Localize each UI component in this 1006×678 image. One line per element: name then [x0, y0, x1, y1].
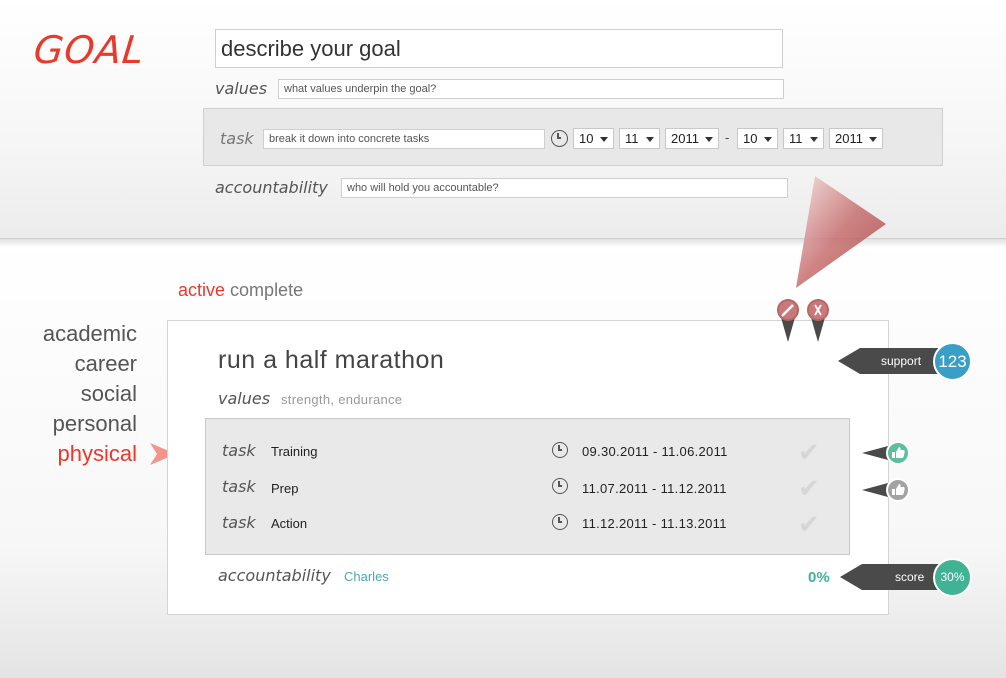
support-count-badge[interactable]: 123 [933, 342, 972, 381]
score-flag [840, 564, 940, 590]
values-label: values [215, 79, 268, 98]
values-input[interactable] [278, 79, 784, 99]
status-tabs: active complete [178, 280, 303, 301]
category-social[interactable]: social [81, 381, 137, 407]
date-range-separator: - [725, 130, 730, 145]
task-dates: 11.12.2011 - 11.13.2011 [582, 516, 727, 531]
end-month-select[interactable]: 10 [737, 128, 778, 149]
goal-values: strength, endurance [281, 392, 403, 407]
goal-input[interactable] [215, 29, 783, 68]
start-day-select[interactable]: 11 [619, 128, 660, 149]
accountability-person-link[interactable]: Charles [344, 569, 389, 584]
support-label: support [881, 354, 922, 368]
task-list [205, 418, 850, 555]
category-academic[interactable]: academic [43, 321, 137, 347]
chevron-down-icon [869, 137, 877, 142]
chevron-down-icon [705, 137, 713, 142]
task-row-label: task [222, 441, 256, 460]
x-icon[interactable] [807, 298, 829, 342]
goal-title: run a half marathon [218, 346, 445, 374]
check-icon[interactable]: ✔ [798, 437, 820, 468]
check-icon[interactable]: ✔ [798, 509, 820, 540]
start-year-select[interactable]: 2011 [665, 128, 719, 149]
end-year-select[interactable]: 2011 [829, 128, 883, 149]
accountability-label: accountability [215, 178, 328, 197]
chevron-down-icon [764, 137, 772, 142]
task-name: Training [271, 444, 318, 459]
chevron-down-icon [810, 137, 818, 142]
thumbs-up-icon[interactable] [862, 440, 912, 466]
task-dates: 09.30.2011 - 11.06.2011 [582, 444, 728, 459]
score-badge: 30% [933, 558, 972, 597]
category-physical[interactable]: physical [58, 441, 137, 467]
score-label: score [895, 570, 925, 584]
start-month-select[interactable]: 10 [573, 128, 614, 149]
clock-icon [551, 130, 568, 147]
app-logo: GOAL [31, 28, 147, 72]
pencil-icon[interactable] [777, 298, 799, 342]
accountability-input[interactable] [341, 178, 788, 198]
clock-icon [552, 514, 568, 530]
arrow-pointer-icon [796, 176, 886, 288]
task-dates: 11.07.2011 - 11.12.2011 [582, 481, 727, 496]
task-row-label: task [222, 513, 256, 532]
chevron-down-icon [646, 137, 654, 142]
clock-icon [552, 442, 568, 458]
tab-active[interactable]: active [178, 280, 225, 300]
check-icon[interactable]: ✔ [798, 473, 820, 504]
category-personal[interactable]: personal [53, 411, 137, 437]
goal-progress: 0% [808, 569, 830, 586]
task-input[interactable] [263, 129, 545, 149]
task-row-label: task [222, 477, 256, 496]
thumbs-up-icon[interactable] [862, 477, 912, 503]
chevron-down-icon [600, 137, 608, 142]
clock-icon [552, 478, 568, 494]
task-name: Prep [271, 481, 299, 496]
category-career[interactable]: career [75, 351, 137, 377]
task-name: Action [271, 516, 308, 531]
end-day-select[interactable]: 11 [783, 128, 824, 149]
tab-complete[interactable]: complete [230, 280, 303, 300]
goal-values-label: values [218, 389, 271, 408]
goal-accountability-label: accountability [218, 566, 331, 585]
task-label: task [220, 129, 254, 148]
